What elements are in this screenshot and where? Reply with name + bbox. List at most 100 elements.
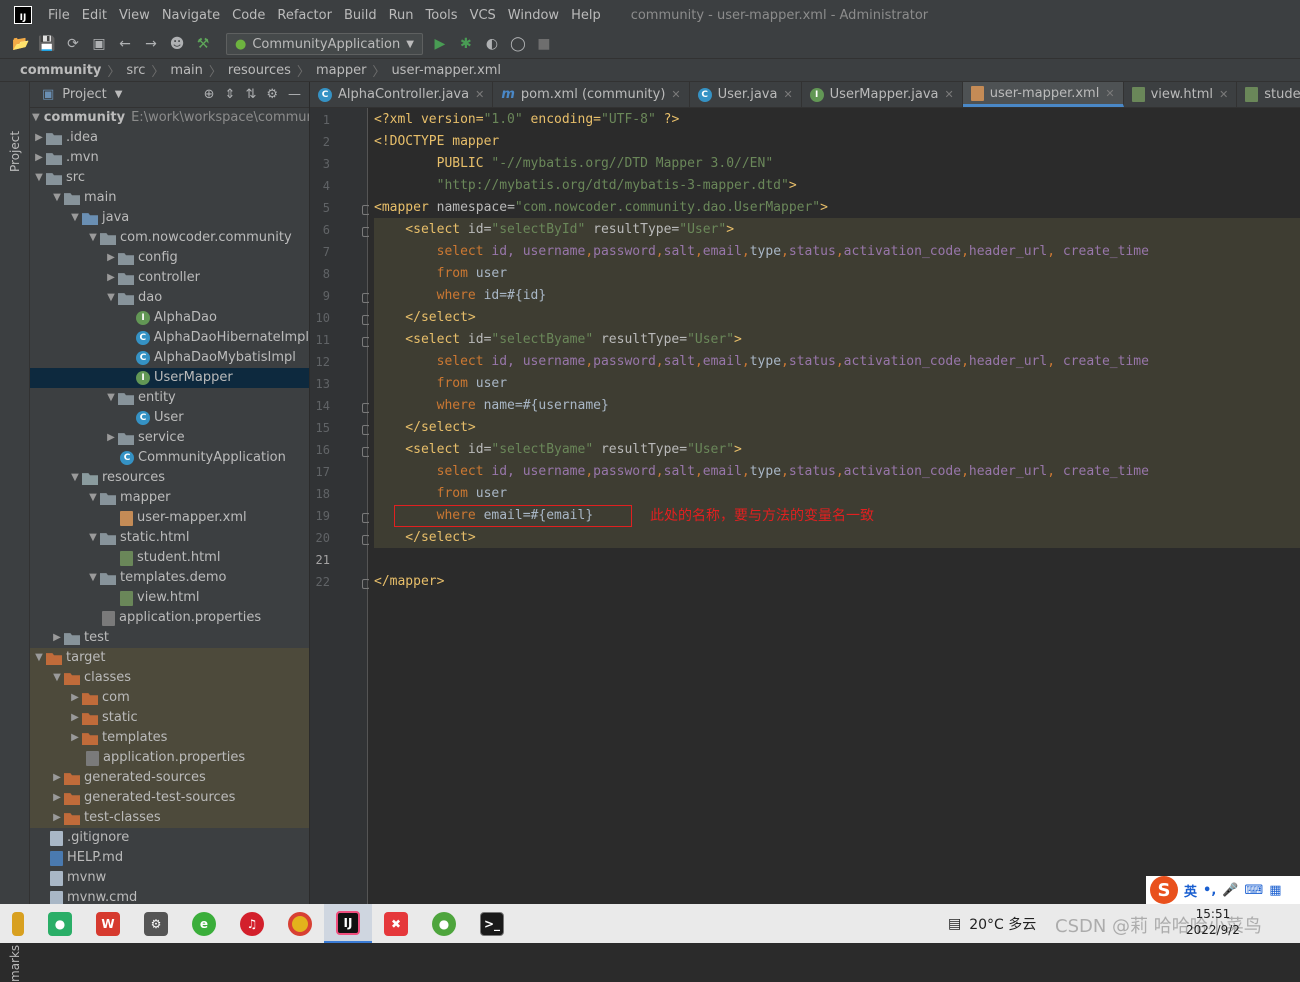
chevron-down-icon[interactable]: ▼ [86, 568, 100, 588]
breadcrumb-item-file[interactable]: user-mapper.xml [391, 63, 501, 78]
chevron-right-icon[interactable]: ▶ [68, 688, 82, 708]
chevron-right-icon[interactable]: ▶ [50, 768, 64, 788]
tree-item-generated-test-sources[interactable]: ▶ generated-test-sources [30, 788, 309, 808]
breadcrumb-item-resources[interactable]: resources [228, 63, 291, 78]
tree-item-package[interactable]: ▼ com.nowcoder.community [30, 228, 309, 248]
save-icon[interactable]: 💾 [38, 35, 56, 53]
taskbar-chrome[interactable] [276, 904, 324, 943]
tab-usermapper-java[interactable]: I UserMapper.java ✕ [802, 82, 963, 107]
tree-item-templates[interactable]: ▶ templates [30, 728, 309, 748]
tree-item-mvnw-cmd[interactable]: mvnw.cmd [30, 888, 309, 904]
chevron-right-icon[interactable]: ▶ [50, 788, 64, 808]
forward-arrow-icon[interactable]: → [142, 35, 160, 53]
bookmarks-tool-button[interactable]: marks [8, 945, 22, 982]
tree-item-templates-demo[interactable]: ▼ templates.demo [30, 568, 309, 588]
tree-item-mapper[interactable]: ▼ mapper [30, 488, 309, 508]
taskbar-xmind[interactable]: ✖ [372, 904, 420, 943]
chevron-right-icon[interactable]: ▶ [50, 628, 64, 648]
chevron-down-icon[interactable]: ▼ [104, 288, 118, 308]
tree-item-alphadaomybatisimpl[interactable]: C AlphaDaoMybatisImpl [30, 348, 309, 368]
tree-item-gitignore[interactable]: .gitignore [30, 828, 309, 848]
widget-icon[interactable]: ▤ [948, 916, 961, 932]
project-panel-title[interactable]: Project [62, 87, 106, 102]
tree-item-static-html[interactable]: ▼ static.html [30, 528, 309, 548]
sync-icon[interactable]: ⟳ [64, 35, 82, 53]
weather-text[interactable]: 20°C 多云 [969, 914, 1036, 934]
breadcrumb-item-src[interactable]: src [126, 63, 145, 78]
chevron-down-icon[interactable]: ▼ [86, 528, 100, 548]
tree-item-view-html[interactable]: view.html [30, 588, 309, 608]
tree-item-mvnw[interactable]: mvnw [30, 868, 309, 888]
tab-student-html[interactable]: student.html✕ [1237, 82, 1300, 107]
tree-item-dao[interactable]: ▼ dao [30, 288, 309, 308]
tree-item-service[interactable]: ▶ service [30, 428, 309, 448]
back-arrow-icon[interactable]: ← [116, 35, 134, 53]
breadcrumb-item-mapper[interactable]: mapper [316, 63, 366, 78]
tree-item-target-application-properties[interactable]: application.properties [30, 748, 309, 768]
tree-item-entity[interactable]: ▼ entity [30, 388, 309, 408]
tree-item-usermapper[interactable]: I UserMapper [30, 368, 309, 388]
tree-item-user-mapper-xml[interactable]: user-mapper.xml [30, 508, 309, 528]
keyboard-icon[interactable]: ⌨ [1244, 883, 1263, 898]
tree-item-test[interactable]: ▶ test [30, 628, 309, 648]
chevron-right-icon[interactable]: ▶ [50, 808, 64, 828]
menu-view[interactable]: View [113, 8, 156, 23]
taskbar-terminal[interactable]: >_ [468, 904, 516, 943]
tab-user-java[interactable]: C User.java ✕ [690, 82, 802, 107]
tree-item-main[interactable]: ▼ main [30, 188, 309, 208]
close-icon[interactable]: ✕ [671, 88, 680, 101]
tree-item-src[interactable]: ▼ src [30, 168, 309, 188]
collapse-all-icon[interactable]: ⇅ [245, 87, 256, 102]
tree-item-communityapplication[interactable]: C CommunityApplication [30, 448, 309, 468]
menu-help[interactable]: Help [565, 8, 607, 23]
tree-item-mvn[interactable]: ▶ .mvn [30, 148, 309, 168]
coverage-icon[interactable]: ◐ [483, 35, 501, 53]
chevron-down-icon[interactable]: ▼ [32, 648, 46, 668]
chevron-right-icon[interactable]: ▶ [68, 728, 82, 748]
chevron-down-icon[interactable]: ▼ [50, 668, 64, 688]
tab-alphacontroller[interactable]: C AlphaController.java ✕ [310, 82, 494, 107]
microphone-icon[interactable]: 🎤 [1222, 883, 1238, 898]
tree-item-com[interactable]: ▶ com [30, 688, 309, 708]
chevron-down-icon[interactable]: ▼ [68, 468, 82, 488]
chevron-down-icon[interactable]: ▼ [115, 89, 123, 100]
build-hammer-icon[interactable]: ⚒ [194, 35, 212, 53]
close-icon[interactable]: ✕ [783, 88, 792, 101]
sogou-logo-icon[interactable]: S [1150, 876, 1178, 904]
open-folder-icon[interactable]: 📂 [12, 35, 30, 53]
tree-item-test-classes[interactable]: ▶ test-classes [30, 808, 309, 828]
taskbar-browser[interactable]: e [180, 904, 228, 943]
tree-item-static[interactable]: ▶ static [30, 708, 309, 728]
tree-item-alphadao[interactable]: I AlphaDao [30, 308, 309, 328]
taskbar-netease-music[interactable]: ♫ [228, 904, 276, 943]
tab-view-html[interactable]: view.html ✕ [1124, 82, 1238, 107]
tree-item-target[interactable]: ▼ target [30, 648, 309, 668]
locate-icon[interactable]: ⊕ [204, 87, 215, 102]
chevron-right-icon[interactable]: ▶ [104, 248, 118, 268]
tree-item-config[interactable]: ▶ config [30, 248, 309, 268]
tree-item-classes[interactable]: ▼ classes [30, 668, 309, 688]
taskbar-app-partial[interactable] [0, 904, 36, 943]
breadcrumb-item-main[interactable]: main [170, 63, 202, 78]
chevron-down-icon[interactable]: ▼ [104, 388, 118, 408]
menu-vcs[interactable]: VCS [464, 8, 502, 23]
ime-language[interactable]: 英 [1184, 881, 1197, 900]
open-module-icon[interactable]: ▣ [90, 35, 108, 53]
project-tool-button[interactable]: Project [8, 131, 22, 172]
chevron-down-icon[interactable]: ▼ [50, 188, 64, 208]
tab-pom[interactable]: m pom.xml (community) ✕ [493, 82, 690, 107]
taskbar-intellij[interactable]: IJ [324, 904, 372, 943]
tree-item-alphadaohibernateimpl[interactable]: C AlphaDaoHibernateImpl [30, 328, 309, 348]
chevron-down-icon[interactable]: ▼ [68, 208, 82, 228]
run-icon[interactable]: ▶ [431, 35, 449, 53]
stop-icon[interactable]: ■ [535, 35, 553, 53]
menu-navigate[interactable]: Navigate [156, 8, 226, 23]
close-icon[interactable]: ✕ [1105, 87, 1114, 100]
ime-punct[interactable]: •, [1203, 883, 1216, 898]
close-icon[interactable]: ✕ [945, 88, 954, 101]
breadcrumb-item-community[interactable]: community [20, 63, 101, 78]
menu-code[interactable]: Code [226, 8, 271, 23]
chevron-right-icon[interactable]: ▶ [32, 148, 46, 168]
taskbar-clock[interactable]: 15:51 2022/9/2 [1186, 906, 1240, 938]
menu-file[interactable]: File [42, 8, 76, 23]
